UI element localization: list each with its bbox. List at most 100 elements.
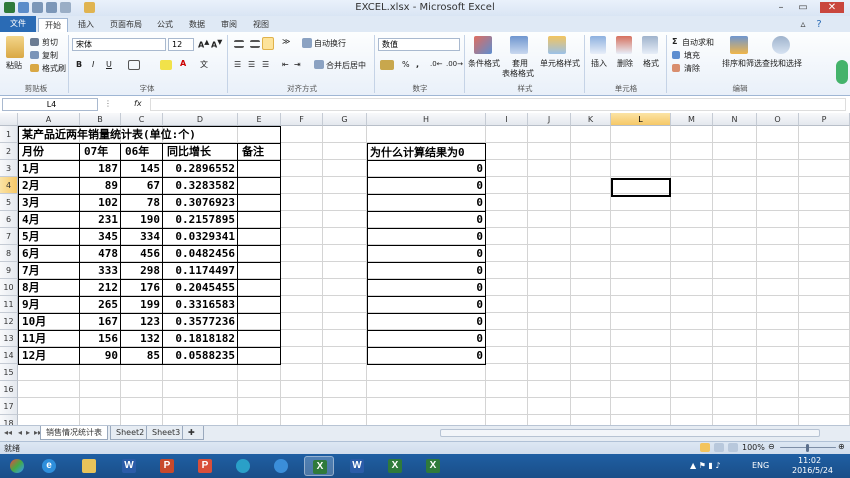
data-cell[interactable]: 0.0588235: [164, 347, 238, 364]
h-value-cell[interactable]: 0: [368, 296, 486, 313]
data-cell[interactable]: 0.2045455: [164, 279, 238, 296]
month-cell[interactable]: 6月: [19, 245, 80, 262]
cut-button[interactable]: 剪切: [42, 37, 58, 48]
data-cell[interactable]: 85: [122, 347, 163, 364]
help-icon[interactable]: ?: [812, 19, 826, 30]
sheet-nav-next-icon[interactable]: ▸: [26, 428, 30, 437]
wps-presentation-icon[interactable]: P: [190, 456, 220, 476]
remark-cell[interactable]: [239, 245, 281, 262]
month-cell[interactable]: 12月: [19, 347, 80, 364]
powerpoint-app-icon[interactable]: P: [152, 456, 182, 476]
row-header-16[interactable]: 16: [0, 381, 18, 398]
worksheet-grid[interactable]: ABCDEFGHIJKLMNOP 1 2 3 4 5 6 7 8 9 10 11 12 13 14 15 16…: [0, 113, 850, 425]
month-cell[interactable]: 8月: [19, 279, 80, 296]
remark-cell[interactable]: [239, 228, 281, 245]
browser-icon[interactable]: [228, 456, 258, 476]
column-header-n[interactable]: N: [713, 113, 757, 126]
align-center-icon[interactable]: ☰: [248, 60, 255, 69]
orientation-icon[interactable]: ≫: [282, 37, 290, 46]
zoom-in-icon[interactable]: ⊕: [838, 442, 845, 451]
row-header-13[interactable]: 13: [0, 330, 18, 347]
find-select-button[interactable]: 查找和选择: [762, 58, 802, 69]
h-value-cell[interactable]: 0: [368, 279, 486, 296]
month-cell[interactable]: 2月: [19, 177, 80, 194]
month-cell[interactable]: 9月: [19, 296, 80, 313]
remark-cell[interactable]: [239, 160, 281, 177]
row-header-18[interactable]: 18: [0, 415, 18, 425]
minimize-icon[interactable]: –: [774, 2, 788, 13]
h-value-cell[interactable]: 0: [368, 211, 486, 228]
cloud-app-icon[interactable]: [266, 456, 296, 476]
increase-decimal-icon[interactable]: .0←: [430, 60, 443, 68]
data-cell[interactable]: 0.1174497: [164, 262, 238, 279]
month-cell[interactable]: 4月: [19, 211, 80, 228]
row-header-12[interactable]: 12: [0, 313, 18, 330]
shrink-font-icon[interactable]: A▼: [211, 38, 222, 50]
align-left-icon[interactable]: ☰: [234, 60, 241, 69]
insert-cells-button[interactable]: 插入: [591, 58, 607, 69]
column-header-p[interactable]: P: [799, 113, 850, 126]
decrease-decimal-icon[interactable]: .00→: [446, 60, 463, 68]
row-header-10[interactable]: 10: [0, 279, 18, 296]
tray-icons[interactable]: ▲ ⚑ ▮ ♪: [690, 461, 720, 470]
align-top-icon[interactable]: [234, 40, 244, 48]
grow-font-icon[interactable]: A▲: [198, 38, 209, 50]
zoom-out-icon[interactable]: ⊖: [768, 442, 775, 451]
data-cell[interactable]: 132: [122, 330, 163, 347]
language-indicator[interactable]: ENG: [752, 461, 769, 470]
remark-cell[interactable]: [239, 177, 281, 194]
remark-cell[interactable]: [239, 262, 281, 279]
column-header-b[interactable]: B: [80, 113, 121, 126]
column-header-f[interactable]: F: [281, 113, 323, 126]
header-cell[interactable]: 同比增长: [164, 143, 238, 160]
data-cell[interactable]: 0.0482456: [164, 245, 238, 262]
number-format-select[interactable]: 数值: [378, 38, 460, 51]
name-box[interactable]: L4: [2, 98, 98, 111]
data-cell[interactable]: 212: [81, 279, 121, 296]
remark-cell[interactable]: [239, 194, 281, 211]
clear-button[interactable]: 清除: [684, 63, 700, 74]
header-cell[interactable]: 备注: [239, 143, 281, 160]
sheet-tab-active[interactable]: 销售情况统计表: [40, 426, 108, 440]
copy-button[interactable]: 复制: [42, 50, 58, 61]
align-bottom-icon[interactable]: [262, 37, 274, 50]
data-cell[interactable]: 190: [122, 211, 163, 228]
excel-app-icon[interactable]: X: [380, 456, 410, 476]
data-cell[interactable]: 102: [81, 194, 121, 211]
column-header-h[interactable]: H: [367, 113, 486, 126]
data-cell[interactable]: 265: [81, 296, 121, 313]
sheet-nav-prev-icon[interactable]: ◂: [18, 428, 22, 437]
data-cell[interactable]: 345: [81, 228, 121, 245]
font-name-select[interactable]: 宋体: [72, 38, 166, 51]
h-value-cell[interactable]: 0: [368, 177, 486, 194]
bold-button[interactable]: B: [76, 60, 82, 69]
ie-icon[interactable]: e: [34, 456, 64, 476]
row-header-14[interactable]: 14: [0, 347, 18, 364]
phonetic-icon[interactable]: 文: [200, 59, 208, 70]
horizontal-scrollbar[interactable]: [440, 429, 820, 437]
zoom-slider-thumb[interactable]: [806, 444, 809, 452]
row-header-6[interactable]: 6: [0, 211, 18, 228]
month-cell[interactable]: 11月: [19, 330, 80, 347]
data-cell[interactable]: 456: [122, 245, 163, 262]
data-cell[interactable]: 0.3577236: [164, 313, 238, 330]
tab-file[interactable]: 文件: [0, 16, 36, 32]
start-button[interactable]: [2, 456, 32, 476]
data-cell[interactable]: 0.3316583: [164, 296, 238, 313]
header-cell[interactable]: 06年: [122, 143, 163, 160]
page-layout-view-icon[interactable]: [714, 443, 724, 452]
row-header-15[interactable]: 15: [0, 364, 18, 381]
month-cell[interactable]: 10月: [19, 313, 80, 330]
row-header-5[interactable]: 5: [0, 194, 18, 211]
table-title-cell[interactable]: 某产品近两年销量统计表(单位:个): [19, 126, 281, 144]
data-cell[interactable]: 333: [81, 262, 121, 279]
fill-color-icon[interactable]: [160, 60, 172, 70]
row-header-8[interactable]: 8: [0, 245, 18, 262]
sort-filter-button[interactable]: 排序和筛选: [722, 58, 762, 69]
column-header-a[interactable]: A: [18, 113, 80, 126]
normal-view-icon[interactable]: [700, 443, 710, 452]
format-painter-button[interactable]: 格式刷: [42, 63, 66, 74]
row-header-4[interactable]: 4: [0, 177, 18, 194]
column-header-k[interactable]: K: [571, 113, 611, 126]
h-value-cell[interactable]: 0: [368, 330, 486, 347]
